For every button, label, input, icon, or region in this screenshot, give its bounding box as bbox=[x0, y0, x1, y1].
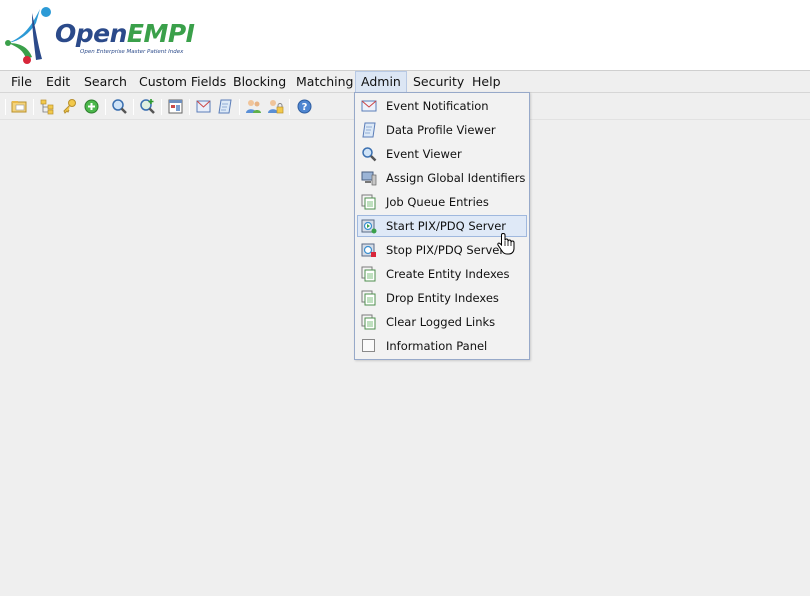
logo-figure-icon bbox=[5, 7, 51, 64]
svg-text:?: ? bbox=[302, 102, 308, 113]
admin-menu-data-profile-viewer[interactable]: Data Profile Viewer bbox=[357, 119, 527, 141]
menu-security[interactable]: Security bbox=[408, 71, 469, 92]
menu-file[interactable]: File bbox=[6, 71, 37, 92]
pages-icon bbox=[361, 266, 377, 282]
logo-wordmark: OpenEMPI bbox=[55, 19, 195, 48]
toolbar-separator bbox=[239, 99, 240, 115]
admin-menu-label: Event Viewer bbox=[386, 147, 462, 161]
menu-edit[interactable]: Edit bbox=[41, 71, 75, 92]
server-start-icon bbox=[361, 218, 377, 234]
openempi-logo: OpenEMPI Open Enterprise Master Patient … bbox=[2, 3, 202, 65]
admin-menu-label: Data Profile Viewer bbox=[386, 123, 496, 137]
admin-menu-assign-global-identifiers[interactable]: Assign Global Identifiers bbox=[357, 167, 527, 189]
admin-menu-dropdown: Event Notification Data Profile Viewer E… bbox=[354, 92, 530, 360]
admin-menu-job-queue-entries[interactable]: Job Queue Entries bbox=[357, 191, 527, 213]
admin-menu-label: Job Queue Entries bbox=[386, 195, 489, 209]
admin-menu-clear-logged-links[interactable]: Clear Logged Links bbox=[357, 311, 527, 333]
logo-empi-text: EMPI bbox=[126, 19, 195, 48]
menu-custom-fields[interactable]: Custom Fields bbox=[134, 71, 231, 92]
pages-icon bbox=[361, 314, 377, 330]
logo-open-text: Open bbox=[55, 19, 127, 48]
admin-menu-create-entity-indexes[interactable]: Create Entity Indexes bbox=[357, 263, 527, 285]
admin-menu-label: Stop PIX/PDQ Server bbox=[386, 243, 505, 257]
menu-help[interactable]: Help bbox=[467, 71, 506, 92]
menu-blocking[interactable]: Blocking bbox=[228, 71, 291, 92]
menu-search[interactable]: Search bbox=[79, 71, 132, 92]
search-icon[interactable] bbox=[111, 98, 128, 115]
data-profile-icon bbox=[361, 122, 377, 138]
toolbar-separator bbox=[161, 99, 162, 115]
admin-menu-event-viewer[interactable]: Event Viewer bbox=[357, 143, 527, 165]
admin-menu-information-panel[interactable]: Information Panel bbox=[357, 335, 527, 357]
hierarchy-icon[interactable] bbox=[39, 98, 56, 115]
report-icon[interactable] bbox=[167, 98, 184, 115]
logo-tagline: Open Enterprise Master Patient Index bbox=[80, 49, 184, 55]
event-notification-icon[interactable] bbox=[195, 98, 212, 115]
add-circle-icon[interactable] bbox=[83, 98, 100, 115]
admin-menu-label: Drop Entity Indexes bbox=[386, 291, 499, 305]
admin-menu-label: Start PIX/PDQ Server bbox=[386, 219, 507, 233]
toolbar-separator bbox=[105, 99, 106, 115]
pages-icon bbox=[361, 290, 377, 306]
menu-admin[interactable]: Admin bbox=[355, 71, 407, 92]
server-stop-icon bbox=[361, 242, 377, 258]
admin-menu-label: Assign Global Identifiers bbox=[386, 171, 526, 185]
menubar: File Edit Search Custom Fields Blocking … bbox=[0, 71, 810, 93]
key-icon[interactable] bbox=[61, 98, 78, 115]
toolbar-separator bbox=[133, 99, 134, 115]
checkbox-icon bbox=[361, 338, 377, 354]
admin-menu-event-notification[interactable]: Event Notification bbox=[357, 95, 527, 117]
computer-icon bbox=[361, 170, 377, 186]
admin-menu-label: Create Entity Indexes bbox=[386, 267, 510, 281]
admin-menu-label: Event Notification bbox=[386, 99, 489, 113]
admin-menu-drop-entity-indexes[interactable]: Drop Entity Indexes bbox=[357, 287, 527, 309]
hand-cursor-icon bbox=[497, 232, 515, 256]
users-icon[interactable] bbox=[245, 98, 262, 115]
toolbar-separator bbox=[289, 99, 290, 115]
admin-menu-label: Information Panel bbox=[386, 339, 488, 353]
search-plus-icon[interactable] bbox=[139, 98, 156, 115]
toolbar-separator bbox=[33, 99, 34, 115]
help-icon[interactable]: ? bbox=[296, 98, 313, 115]
magnifier-icon bbox=[361, 146, 377, 162]
toolbar-separator bbox=[189, 99, 190, 115]
event-notification-icon bbox=[361, 98, 377, 114]
data-profile-icon[interactable] bbox=[217, 98, 234, 115]
menu-matching[interactable]: Matching bbox=[291, 71, 358, 92]
open-folder-icon[interactable] bbox=[11, 98, 28, 115]
header: OpenEMPI Open Enterprise Master Patient … bbox=[0, 0, 810, 71]
user-lock-icon[interactable] bbox=[267, 98, 284, 115]
admin-menu-label: Clear Logged Links bbox=[386, 315, 496, 329]
toolbar-separator bbox=[5, 99, 6, 115]
pages-icon bbox=[361, 194, 377, 210]
